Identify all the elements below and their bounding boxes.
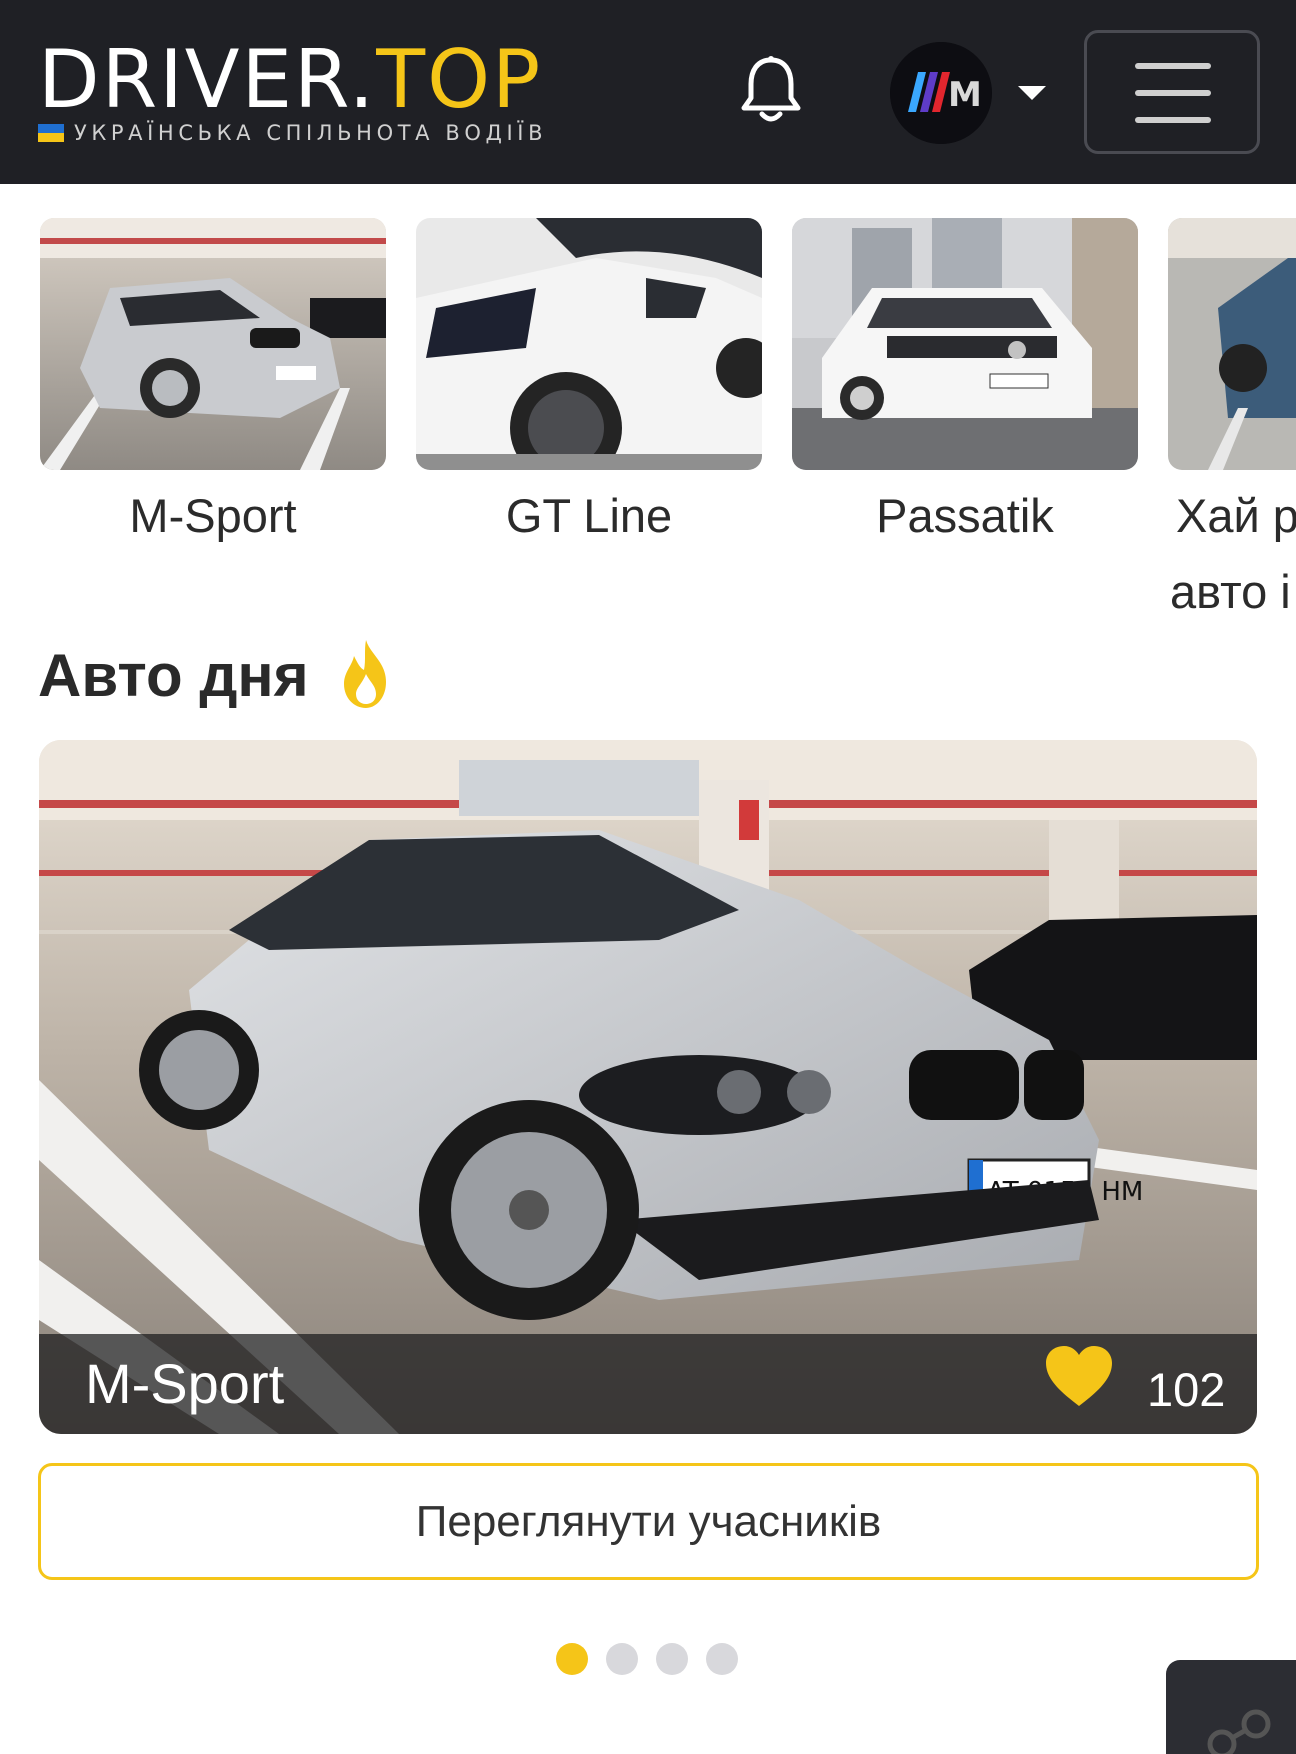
section-title: Авто дня	[38, 642, 309, 709]
car-thumbnails-strip[interactable]: M-Sport GT Line Passatik Хай р авто і	[0, 218, 1296, 618]
carousel-pagination	[556, 1643, 740, 1675]
hamburger-menu-button[interactable]	[1084, 30, 1260, 154]
ukraine-flag-icon	[38, 124, 64, 142]
heart-icon[interactable]	[1044, 1344, 1114, 1408]
carousel-dot[interactable]	[606, 1643, 638, 1675]
svg-text:M: M	[948, 75, 982, 115]
logo[interactable]: DRIVER.TOP УКРАЇНСЬКА СПІЛЬНОТА ВОДІЇВ	[38, 38, 543, 148]
car-photo[interactable]	[416, 218, 762, 470]
share-widget[interactable]	[1166, 1660, 1296, 1754]
thumbnail-label[interactable]: Хай р	[1176, 480, 1296, 552]
car-photo[interactable]	[792, 218, 1138, 470]
thumbnail-label-line2[interactable]: авто і	[1170, 556, 1296, 618]
avatar[interactable]: M	[890, 42, 992, 144]
view-participants-button[interactable]: Переглянути учасників	[38, 1463, 1259, 1580]
chevron-down-icon[interactable]	[1018, 86, 1046, 100]
logo-wordmark: DRIVER.TOP	[38, 33, 543, 126]
carousel-dot[interactable]	[706, 1643, 738, 1675]
featured-car-card[interactable]: AT 0152 HM M-Sport 102	[39, 740, 1257, 1434]
featured-car-photo: AT 0152 HM	[39, 740, 1257, 1434]
carousel-dot[interactable]	[656, 1643, 688, 1675]
logo-subtitle: УКРАЇНСЬКА СПІЛЬНОТА ВОДІЇВ	[74, 121, 548, 145]
likes-count: 102	[1147, 1363, 1226, 1416]
thumbnail-label[interactable]: M-Sport	[40, 480, 386, 552]
bell-icon[interactable]	[738, 54, 804, 128]
thumbnail-label[interactable]: GT Line	[416, 480, 762, 552]
featured-car-name[interactable]: M-Sport	[85, 1340, 284, 1428]
car-photo[interactable]	[1168, 218, 1296, 470]
top-header: DRIVER.TOP УКРАЇНСЬКА СПІЛЬНОТА ВОДІЇВ M	[0, 0, 1296, 184]
fire-icon	[336, 638, 396, 710]
car-photo[interactable]	[40, 218, 386, 470]
thumbnail-label[interactable]: Passatik	[792, 480, 1138, 552]
share-icon	[1207, 1709, 1271, 1754]
carousel-dot-active[interactable]	[556, 1643, 588, 1675]
